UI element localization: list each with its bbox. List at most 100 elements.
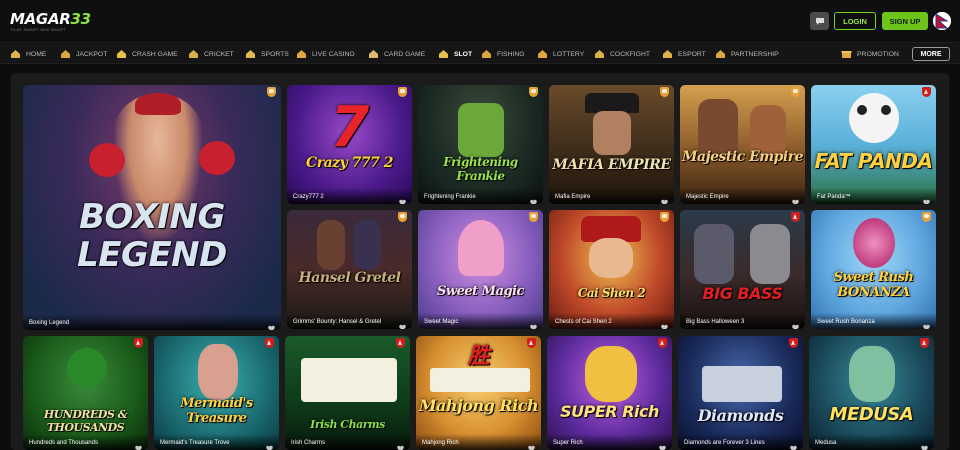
signup-button[interactable]: SIGN UP <box>882 12 928 30</box>
nav-item-esport[interactable]: ESPORT <box>662 47 706 61</box>
provider-badge-icon <box>398 87 407 97</box>
nav-item-card-game[interactable]: CARD GAME <box>368 47 425 61</box>
nav-item-jackpot[interactable]: JACKPOT <box>60 47 107 61</box>
game-tile[interactable]: MEDUSA Medusa <box>809 336 934 450</box>
favorite-heart-icon[interactable] <box>530 318 537 329</box>
game-tile[interactable]: BIG BASS Big Bass Halloween 3 <box>680 210 805 329</box>
game-name: Hundreds and Thousands <box>29 440 98 446</box>
rooster-icon <box>594 49 605 59</box>
game-caption: Grimms' Bounty: Hansel & Gretel <box>287 313 412 329</box>
game-caption: Mafia Empire <box>549 188 674 204</box>
game-tile[interactable]: SUPER Rich Super Rich <box>547 336 672 450</box>
favorite-heart-icon[interactable] <box>528 439 535 450</box>
game-title-art: Frightening Frankie <box>443 155 518 183</box>
game-tile[interactable]: 7 Crazy 777 2 Crazy777 2 <box>287 85 412 204</box>
login-button[interactable]: LOGIN <box>834 12 876 30</box>
game-title-art: HUNDREDS & THOUSANDS <box>43 408 128 434</box>
game-caption: Boxing Legend <box>23 314 281 330</box>
favorite-heart-icon[interactable] <box>661 193 668 204</box>
game-name: Sweet Rush Bonanza <box>817 319 875 325</box>
game-caption: Fat Panda™ <box>811 188 936 204</box>
favorite-heart-icon[interactable] <box>921 439 928 450</box>
lottery-icon <box>537 49 548 59</box>
fish-icon <box>481 49 492 59</box>
nav-item-home[interactable]: HOME <box>10 47 46 61</box>
game-tile[interactable]: Majestic Empire Majestic Empire <box>680 85 805 204</box>
nav-item-cricket[interactable]: CRICKET <box>188 47 234 61</box>
nepal-flag-icon[interactable] <box>933 12 951 30</box>
nav-item-cockfight[interactable]: COCKFIGHT <box>594 47 650 61</box>
game-name: Mermaid's Treasure Trove <box>160 440 230 446</box>
nav-item-label: SLOT <box>454 50 473 58</box>
more-button[interactable]: MORE <box>912 47 950 61</box>
favorite-heart-icon[interactable] <box>397 439 404 450</box>
game-tile[interactable]: Frightening Frankie Frightening Frankie <box>418 85 543 204</box>
game-tile[interactable]: HUNDREDS & THOUSANDS Hundreds and Thousan… <box>23 336 148 450</box>
provider-badge-icon <box>267 87 276 97</box>
game-title-art: Majestic Empire <box>682 149 803 165</box>
chat-button[interactable] <box>810 12 829 30</box>
game-title-art: SUPER Rich <box>560 402 659 421</box>
game-name: Boxing Legend <box>29 320 70 326</box>
game-tile[interactable]: Sweet Rush BONANZA Sweet Rush Bonanza <box>811 210 936 329</box>
game-name: Super Rich <box>553 440 583 446</box>
cricket-icon <box>188 49 199 59</box>
favorite-heart-icon[interactable] <box>792 193 799 204</box>
favorite-heart-icon[interactable] <box>266 439 273 450</box>
provider-badge-icon <box>398 212 407 222</box>
favorite-heart-icon[interactable] <box>268 319 275 330</box>
nav-item-fishing[interactable]: FISHING <box>481 47 525 61</box>
game-title-art: Mermaid's Treasure <box>180 396 253 426</box>
provider-badge-icon <box>660 212 669 222</box>
game-artwork: BOXING LEGEND <box>23 85 281 330</box>
favorite-heart-icon[interactable] <box>790 439 797 450</box>
game-tile[interactable]: 胜 Mahjong Rich Mahjong Rich <box>416 336 541 450</box>
game-title-art: BOXING <box>79 197 225 237</box>
favorite-heart-icon[interactable] <box>399 318 406 329</box>
nav-item-partnership[interactable]: PARTNERSHIP <box>715 47 779 61</box>
nav-item-label: FISHING <box>497 50 525 58</box>
nav-item-label: SPORTS <box>261 50 289 58</box>
favorite-heart-icon[interactable] <box>530 193 537 204</box>
nav-item-sports[interactable]: SPORTS <box>245 47 289 61</box>
game-grid: BOXING LEGEND Boxing Legend 7 Crazy 777 2 Cra… <box>11 73 949 450</box>
nav-item-promotion[interactable]: PROMOTION <box>841 47 899 61</box>
favorite-heart-icon[interactable] <box>923 193 930 204</box>
game-tile[interactable]: MAFIA EMPIRE Mafia Empire <box>549 85 674 204</box>
provider-badge-icon <box>529 87 538 97</box>
game-tile[interactable]: Hansel Gretel Grimms' Bounty: Hansel & Gr… <box>287 210 412 329</box>
game-artwork: Mermaid's Treasure <box>154 336 279 450</box>
game-tile[interactable]: Cai Shen 2 Chests of Cai Shen 2 <box>549 210 674 329</box>
nav-item-slot[interactable]: SLOT <box>438 47 472 61</box>
game-tile[interactable]: Diamonds Diamonds are Forever 3 Lines <box>678 336 803 450</box>
gift-icon <box>841 49 852 59</box>
game-tile[interactable]: FAT PANDA Fat Panda™ <box>811 85 936 204</box>
favorite-heart-icon[interactable] <box>661 318 668 329</box>
brand-logo[interactable]: MAGAR33 PLAY SMART WIN SMART <box>10 10 91 32</box>
game-artwork: SUPER Rich <box>547 336 672 450</box>
favorite-heart-icon[interactable] <box>659 439 666 450</box>
favorite-heart-icon[interactable] <box>923 318 930 329</box>
game-caption: Super Rich <box>547 434 672 450</box>
favorite-heart-icon[interactable] <box>792 318 799 329</box>
game-tile[interactable]: Irish Charms Irish Charms <box>285 336 410 450</box>
game-name: Grimms' Bounty: Hansel & Gretel <box>293 319 382 325</box>
game-name: Majestic Empire <box>686 194 729 200</box>
provider-badge-icon <box>527 338 536 348</box>
game-name: Sweet Magic <box>424 319 459 325</box>
favorite-heart-icon[interactable] <box>135 439 142 450</box>
game-tile[interactable]: Sweet Magic Sweet Magic <box>418 210 543 329</box>
favorite-heart-icon[interactable] <box>399 193 406 204</box>
game-artwork: Sweet Magic <box>418 210 543 329</box>
nav-item-label: JACKPOT <box>76 50 108 58</box>
game-tile[interactable]: Mermaid's Treasure Mermaid's Treasure Tro… <box>154 336 279 450</box>
nav-item-live-casino[interactable]: LIVE CASINO <box>296 47 355 61</box>
game-artwork: Cai Shen 2 <box>549 210 674 329</box>
nav-item-label: PROMOTION <box>857 50 899 58</box>
game-name: Chests of Cai Shen 2 <box>555 319 612 325</box>
provider-badge-icon <box>529 212 538 222</box>
game-artwork: 7 Crazy 777 2 <box>287 85 412 204</box>
game-tile[interactable]: BOXING LEGEND Boxing Legend <box>23 85 281 330</box>
nav-item-crash-game[interactable]: CRASH GAME <box>116 47 178 61</box>
nav-item-lottery[interactable]: LOTTERY <box>537 47 584 61</box>
